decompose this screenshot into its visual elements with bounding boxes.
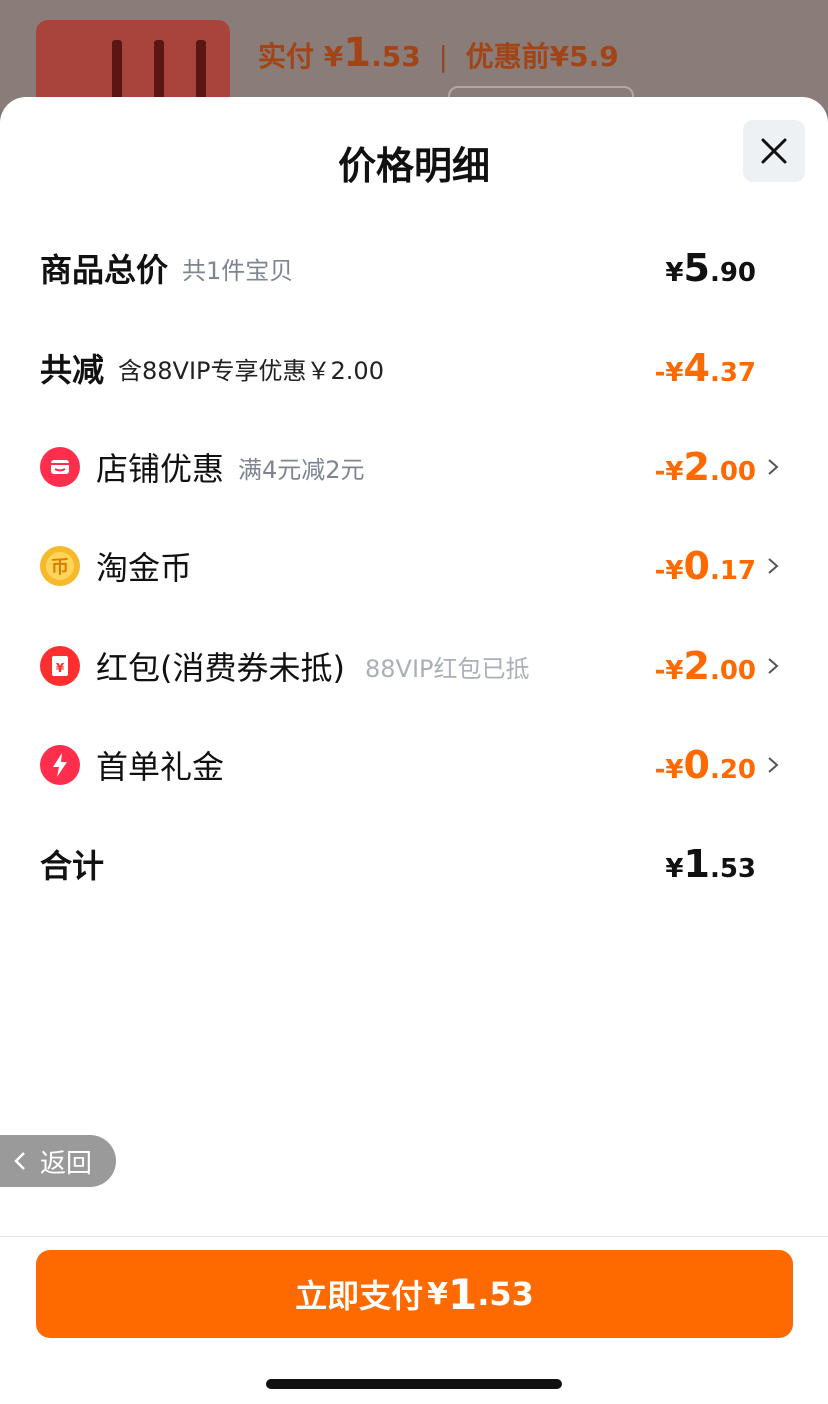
row-red-packet[interactable]: ¥ 红包(消费券未抵) 88VIP红包已抵 -¥2.00 xyxy=(40,636,788,696)
row-amount: -¥0.17 xyxy=(654,544,756,588)
before-label: 优惠前 xyxy=(465,40,550,73)
row-amount: -¥2.00 xyxy=(654,445,756,489)
row-first-order-gift[interactable]: 首单礼金 -¥0.20 xyxy=(40,735,788,795)
pay-dec: .53 xyxy=(477,1275,534,1313)
row-sub: 共1件宝贝 xyxy=(182,256,294,285)
row-label: 共减 xyxy=(40,351,105,389)
pay-now-button[interactable]: 立即支付 ¥1.53 xyxy=(36,1250,793,1338)
close-button[interactable] xyxy=(743,120,805,182)
row-amount: ¥1.53 xyxy=(665,842,756,886)
svg-text:¥: ¥ xyxy=(56,661,65,675)
row-label: 合计 xyxy=(40,847,105,885)
paid-label: 实付 xyxy=(258,40,315,73)
shop-icon xyxy=(40,447,80,487)
pay-int: 1 xyxy=(447,1269,478,1319)
before-value: ¥5.9 xyxy=(549,40,619,73)
chevron-right-icon xyxy=(766,656,780,676)
back-label: 返回 xyxy=(40,1148,93,1179)
coin-icon: 币 xyxy=(40,546,80,586)
row-label: 首单礼金 xyxy=(96,748,225,786)
lightning-icon xyxy=(40,745,80,785)
row-label: 店铺优惠 xyxy=(96,450,225,488)
price-detail-sheet: 价格明细 商品总价 共1件宝贝 ¥5.90 共减 含88VIP专享优惠￥2.00… xyxy=(0,97,828,1404)
row-taojinbi[interactable]: 币 淘金币 -¥0.17 xyxy=(40,536,788,596)
row-label: 红包(消费券未抵) xyxy=(96,649,345,687)
chevron-right-icon xyxy=(766,556,780,576)
paid-dec: .53 xyxy=(371,40,421,73)
pay-currency: ¥ xyxy=(427,1276,448,1312)
back-button[interactable]: 返回 xyxy=(0,1135,116,1187)
pay-label: 立即支付 xyxy=(295,1277,424,1315)
row-subtotal: 商品总价 共1件宝贝 ¥5.90 xyxy=(40,238,788,298)
row-amount: -¥0.20 xyxy=(654,743,756,787)
svg-text:币: 币 xyxy=(51,557,69,578)
chevron-left-icon xyxy=(14,1152,25,1170)
paid-currency: ¥ xyxy=(323,40,344,73)
row-label: 淘金币 xyxy=(96,549,193,587)
paid-int: 1 xyxy=(343,30,372,76)
background-price-summary: 实付 ¥1.53 | 优惠前¥5.9 xyxy=(258,30,619,76)
chevron-right-icon xyxy=(766,457,780,477)
row-total-discount: 共减 含88VIP专享优惠￥2.00 -¥4.37 xyxy=(40,338,788,398)
home-indicator xyxy=(266,1379,562,1389)
sheet-title: 价格明细 xyxy=(337,144,490,188)
footer-divider xyxy=(0,1236,828,1237)
row-amount: ¥5.90 xyxy=(665,246,756,290)
row-total: 合计 ¥1.53 xyxy=(40,834,788,894)
chevron-right-icon xyxy=(766,755,780,775)
row-sub: 含88VIP专享优惠￥2.00 xyxy=(118,356,384,385)
row-sub: 88VIP红包已抵 xyxy=(364,654,530,683)
row-amount: -¥4.37 xyxy=(654,346,756,390)
row-shop-discount[interactable]: 店铺优惠 满4元减2元 -¥2.00 xyxy=(40,437,788,497)
row-label: 商品总价 xyxy=(40,251,169,289)
close-icon xyxy=(761,138,787,164)
price-separator: | xyxy=(438,40,448,73)
row-amount: -¥2.00 xyxy=(654,644,756,688)
row-sub: 满4元减2元 xyxy=(238,455,365,484)
red-packet-icon: ¥ xyxy=(40,646,80,686)
